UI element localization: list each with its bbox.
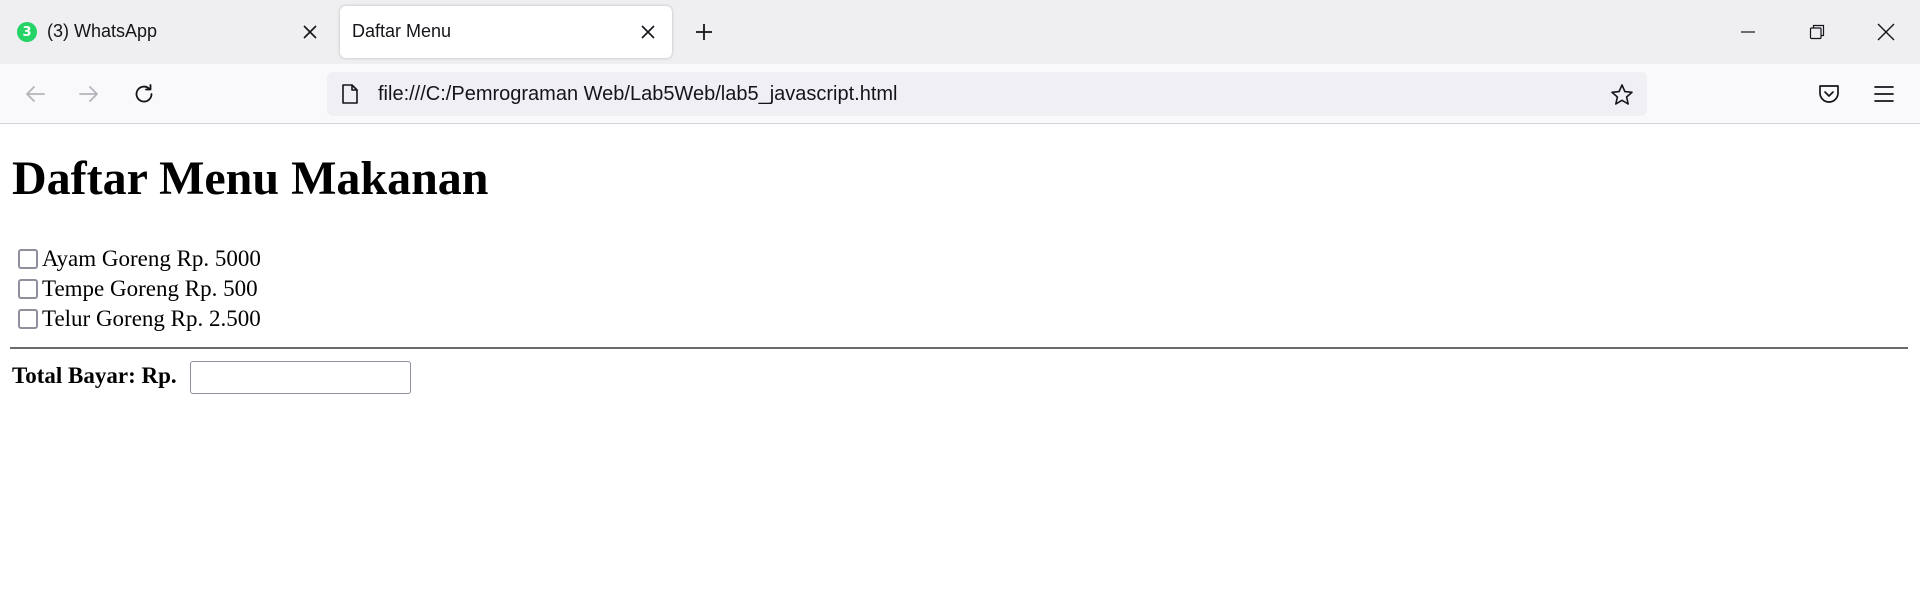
address-bar[interactable]: file:///C:/Pemrograman Web/Lab5Web/lab5_… (327, 72, 1647, 116)
checkbox-ayam-goreng[interactable] (18, 249, 38, 269)
page-title: Daftar Menu Makanan (12, 152, 489, 205)
menu-item-tempe-goreng[interactable]: Tempe Goreng Rp. 500 (18, 275, 258, 303)
url-text[interactable]: file:///C:/Pemrograman Web/Lab5Web/lab5_… (378, 83, 898, 106)
menu-item-label: Telur Goreng Rp. 2.500 (42, 306, 261, 331)
checkbox-telur-goreng[interactable] (18, 309, 38, 329)
navigation-toolbar: file:///C:/Pemrograman Web/Lab5Web/lab5_… (0, 64, 1920, 124)
hamburger-menu-icon[interactable] (1868, 78, 1900, 110)
new-tab-plus-icon[interactable] (688, 16, 720, 48)
tab-whatsapp[interactable]: 3 (3) WhatsApp (6, 6, 326, 58)
pocket-icon[interactable] (1813, 78, 1845, 110)
page-icon (339, 83, 361, 105)
total-bayar-input[interactable] (190, 361, 411, 394)
menu-item-ayam-goreng[interactable]: Ayam Goreng Rp. 5000 (18, 245, 261, 273)
forward-arrow-icon[interactable] (73, 78, 105, 110)
close-tab-icon[interactable] (636, 20, 660, 44)
minimize-icon[interactable] (1730, 14, 1766, 50)
menu-item-label: Tempe Goreng Rp. 500 (42, 276, 258, 301)
tab-daftar-menu[interactable]: Daftar Menu (340, 6, 672, 58)
tab-title: Daftar Menu (352, 21, 452, 41)
restore-icon[interactable] (1799, 14, 1835, 50)
bookmark-star-icon[interactable] (1608, 81, 1636, 109)
whatsapp-favicon-icon: 3 (17, 22, 37, 42)
tab-strip: 3 (3) WhatsApp Daftar Menu (0, 0, 1920, 64)
checkbox-tempe-goreng[interactable] (18, 279, 38, 299)
total-bayar-label: Total Bayar: Rp. (12, 363, 177, 388)
page-content: Daftar Menu Makanan Ayam Goreng Rp. 5000… (0, 125, 1920, 616)
back-arrow-icon[interactable] (19, 78, 51, 110)
close-window-icon[interactable] (1868, 14, 1904, 50)
menu-item-telur-goreng[interactable]: Telur Goreng Rp. 2.500 (18, 305, 261, 333)
menu-item-label: Ayam Goreng Rp. 5000 (42, 246, 261, 271)
reload-icon[interactable] (128, 78, 160, 110)
tab-title: (3) WhatsApp (47, 21, 158, 41)
horizontal-rule (10, 347, 1908, 349)
close-tab-icon[interactable] (298, 20, 322, 44)
